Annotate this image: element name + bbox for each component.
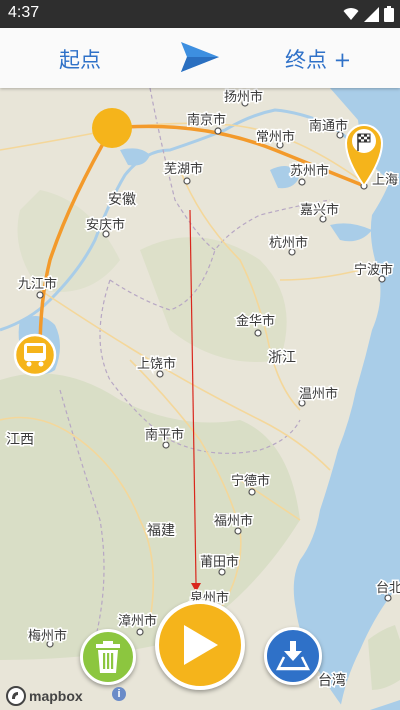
map-label-jiaxing: 嘉兴市 <box>300 202 339 218</box>
map-label-wuhu: 芜湖市 <box>164 161 203 177</box>
map-label-shanghai: 上海 <box>372 173 398 188</box>
trash-icon <box>96 641 120 673</box>
download-icon <box>276 641 310 671</box>
end-point-add-button[interactable]: 终点 + <box>285 44 351 74</box>
delete-route-button[interactable] <box>80 629 136 685</box>
map-label-anhui: 安徽 <box>108 192 136 208</box>
status-icons <box>343 6 394 22</box>
map-label-anqing: 安庆市 <box>86 217 125 233</box>
map-label-yangzhou: 扬州市 <box>224 89 263 105</box>
battery-icon <box>384 6 394 22</box>
attribution-info-button[interactable]: i <box>112 687 126 701</box>
mapbox-logo-icon <box>6 686 26 706</box>
start-point-marker[interactable] <box>92 108 132 148</box>
map-label-changzhou: 常州市 <box>256 129 295 145</box>
map-label-ningde: 宁德市 <box>231 473 270 489</box>
signal-icon <box>364 6 379 22</box>
map-attribution[interactable]: mapbox i <box>6 686 126 706</box>
map-label-fujian: 福建 <box>147 523 175 539</box>
map-label-zhangzhou: 漳州市 <box>118 613 157 629</box>
map-label-wenzhou: 温州市 <box>299 386 338 402</box>
map-label-hangzhou: 杭州市 <box>269 235 308 251</box>
map-label-jinhua: 金华市 <box>236 313 275 329</box>
map-label-taiwan: 台湾 <box>318 672 346 689</box>
wifi-icon <box>343 8 359 20</box>
map-label-nanping: 南平市 <box>145 427 184 443</box>
map-label-fuzhou: 福州市 <box>214 513 253 529</box>
route-toolbar: 起点 终点 + <box>0 28 400 88</box>
map-label-ningbo: 宁波市 <box>354 262 393 278</box>
map-label-shangrao: 上饶市 <box>137 356 176 372</box>
start-point-button[interactable]: 起点 <box>59 44 101 74</box>
download-map-button[interactable] <box>264 627 322 685</box>
map-label-meizhou: 梅州市 <box>28 628 67 644</box>
map-label-nantong: 南通市 <box>309 118 348 134</box>
map-label-zhejiang: 浙江 <box>268 350 296 366</box>
start-navigation-button[interactable] <box>155 600 245 690</box>
map-label-putian: 莆田市 <box>200 554 239 570</box>
map-label-jiujiang: 九江市 <box>18 276 57 292</box>
bus-stop-marker[interactable] <box>13 333 57 377</box>
status-bar: 4:37 <box>0 0 400 28</box>
map-label-jiangxi: 江西 <box>6 432 34 448</box>
status-time: 4:37 <box>8 4 40 21</box>
send-arrow-icon[interactable] <box>180 41 220 73</box>
map-label-suzhou: 苏州市 <box>290 163 329 179</box>
map-label-nanjing: 南京市 <box>187 112 226 128</box>
mapbox-logo-text: mapbox <box>29 688 83 704</box>
play-icon <box>184 625 218 665</box>
map-label-taibei: 台北 <box>376 581 400 596</box>
